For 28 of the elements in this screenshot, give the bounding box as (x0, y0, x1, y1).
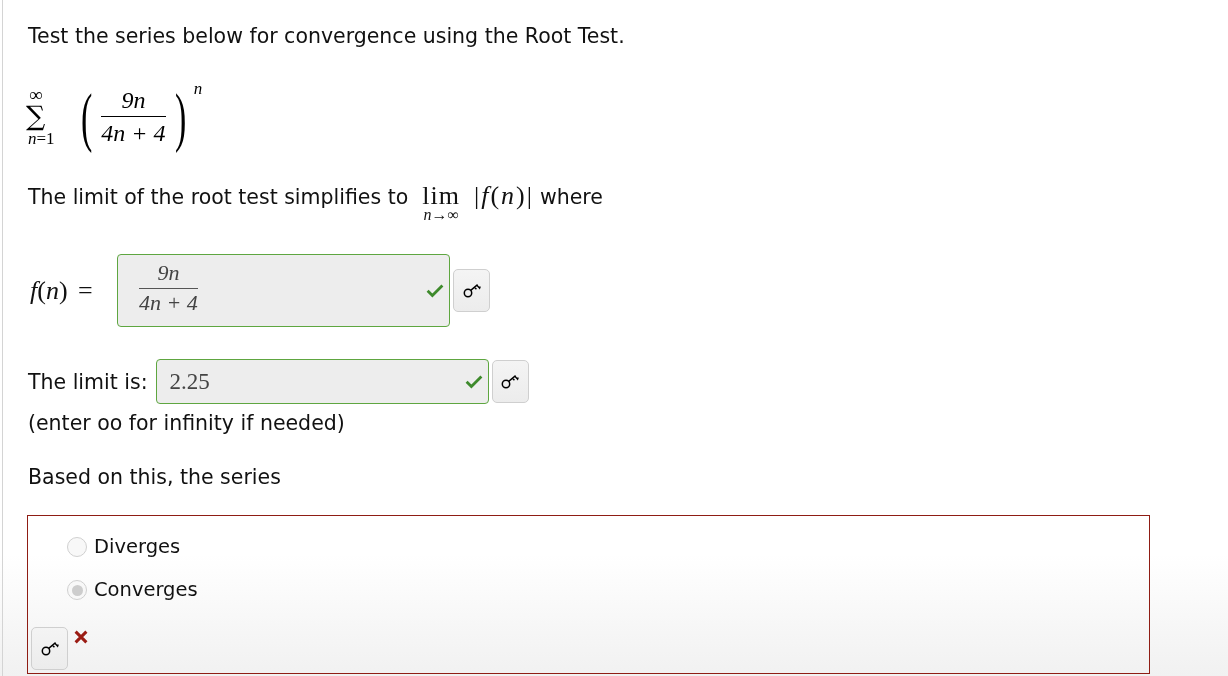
answer-field[interactable]: 2.25 (155, 359, 489, 404)
upper-limit: ∞ (29, 88, 43, 102)
radio-button[interactable] (67, 580, 87, 600)
key-button[interactable] (491, 360, 529, 403)
numerator-text: 9n (121, 86, 146, 113)
numerator-text: 9n (157, 262, 180, 284)
sum-symbol: ∑ (26, 102, 46, 130)
function-label: f(n) = (30, 275, 94, 306)
instruction-text: Test the series below for convergence using the Root Test. (28, 24, 625, 48)
parenthesis: ( (81, 85, 93, 151)
exponent-text: n (193, 80, 203, 98)
denominator-text: 4n + 4 (101, 119, 166, 146)
parenthesis: ) (174, 85, 186, 151)
answer-field[interactable]: 9n 4n + 4 (117, 254, 450, 327)
key-icon (501, 374, 520, 389)
instruction-text: Based on this, the series (28, 465, 281, 489)
key-button[interactable] (31, 627, 68, 670)
option-label[interactable]: Converges (94, 578, 198, 602)
instruction-text: The limit of the root test simplifies to lim n→∞ |f(n)| where (28, 184, 603, 222)
denominator-text: 4n + 4 (139, 292, 198, 314)
key-button[interactable] (453, 269, 490, 312)
radio-button[interactable] (67, 537, 87, 557)
key-icon (462, 283, 481, 298)
lower-limit: n=1 (28, 130, 55, 148)
hint-text: (enter oo for infinity if needed) (28, 411, 345, 435)
key-icon (40, 641, 59, 656)
field-label: The limit is: (28, 369, 148, 394)
option-label[interactable]: Diverges (94, 535, 181, 559)
